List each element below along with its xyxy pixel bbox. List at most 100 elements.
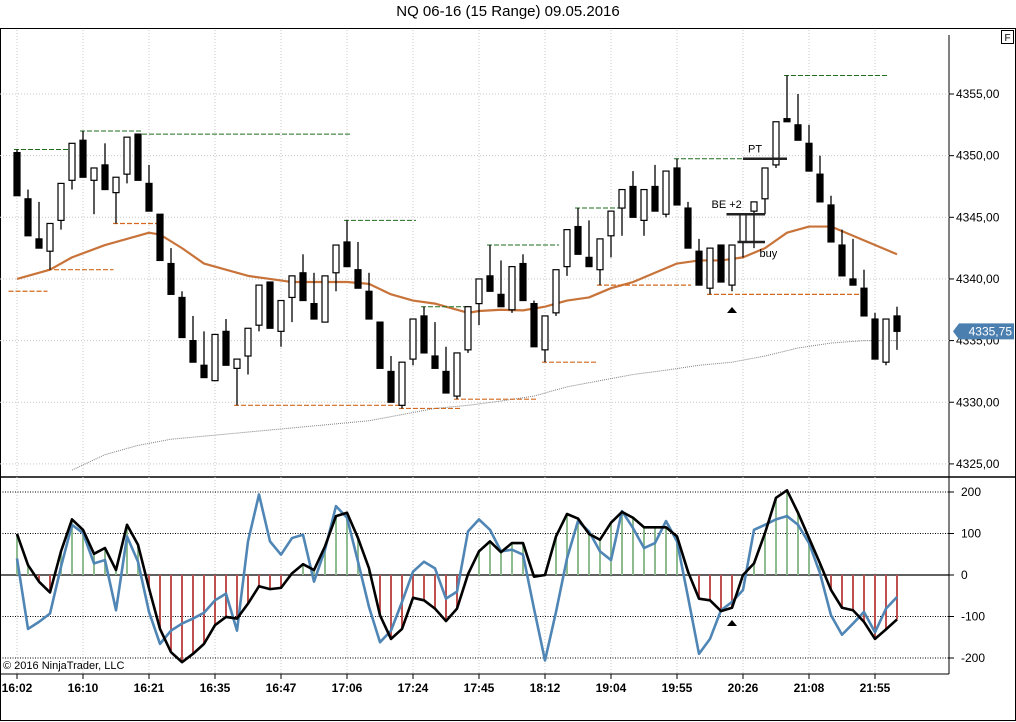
bearish-candle-body xyxy=(101,164,109,191)
bearish-candle-body xyxy=(222,330,230,366)
time-tick-label: 16:35 xyxy=(200,681,231,695)
candle xyxy=(508,266,516,313)
bullish-candle-body xyxy=(68,142,76,181)
candle xyxy=(365,272,373,320)
entry-triangle-icon xyxy=(727,620,737,626)
bearish-candle-body xyxy=(794,124,802,141)
bearish-candle-body xyxy=(783,118,791,123)
time-tick-label: 20:26 xyxy=(728,681,759,695)
bullish-candle-body xyxy=(233,358,241,369)
time-tick-label: 17:06 xyxy=(332,681,363,695)
entry-triangle-icon xyxy=(727,307,737,313)
bullish-candle-body xyxy=(57,182,65,221)
candle xyxy=(871,312,879,360)
bullish-candle-body xyxy=(662,170,670,215)
candle xyxy=(794,94,802,141)
bearish-candle-body xyxy=(387,370,395,403)
candle xyxy=(156,213,164,262)
oscillator-tick-label: 0 xyxy=(961,568,968,582)
candle xyxy=(475,278,483,326)
bearish-candle-body xyxy=(629,185,637,218)
candle xyxy=(739,213,747,258)
trade-line-label: BE +2 xyxy=(712,199,742,211)
bullish-candle-body xyxy=(398,361,406,406)
bearish-candle-body xyxy=(893,315,901,332)
time-tick-label: 17:24 xyxy=(398,681,429,695)
candle xyxy=(332,244,340,292)
candle xyxy=(585,220,593,268)
bullish-candle-body xyxy=(464,306,472,351)
bearish-candle-body xyxy=(574,225,582,255)
candle xyxy=(13,149,21,197)
trade-line-label: PT xyxy=(748,144,762,156)
time-tick-label: 21:08 xyxy=(794,681,825,695)
bearish-candle-body xyxy=(167,262,175,295)
candle xyxy=(783,75,791,123)
candle xyxy=(761,167,769,215)
bearish-candle-body xyxy=(200,364,208,379)
bearish-candle-body xyxy=(860,287,868,317)
bullish-candle-body xyxy=(607,210,615,237)
bullish-candle-body xyxy=(761,167,769,200)
candle xyxy=(486,245,494,292)
bearish-candle-body xyxy=(530,303,538,348)
candle xyxy=(376,321,384,369)
candle xyxy=(431,322,439,369)
bearish-candle-body xyxy=(354,269,362,289)
candle xyxy=(255,284,263,332)
bearish-candle-body xyxy=(651,185,659,212)
oscillator-tick-label: 100 xyxy=(961,527,981,541)
bearish-candle-body xyxy=(695,250,703,286)
candle xyxy=(497,260,505,308)
candle xyxy=(211,333,219,382)
f-button[interactable]: F xyxy=(1001,30,1014,45)
bullish-candle-body xyxy=(211,333,219,382)
bearish-candle-body xyxy=(805,142,813,172)
bearish-candle-body xyxy=(827,204,835,243)
last-price-label: 4335,75 xyxy=(969,324,1013,338)
time-tick-label: 16:21 xyxy=(134,681,165,695)
bullish-candle-body xyxy=(475,278,483,305)
bearish-candle-body xyxy=(310,303,318,320)
candle xyxy=(343,220,351,268)
bullish-candle-body xyxy=(563,229,571,268)
candle xyxy=(387,356,395,403)
bearish-candle-body xyxy=(365,290,373,320)
candle xyxy=(695,238,703,286)
candle xyxy=(46,222,54,270)
candle xyxy=(90,167,98,215)
candle xyxy=(728,244,736,292)
candle xyxy=(629,171,637,218)
candle xyxy=(541,315,549,363)
time-tick-label: 16:47 xyxy=(266,681,297,695)
candle xyxy=(189,315,197,363)
time-tick-label: 21:55 xyxy=(860,681,891,695)
bullish-candle-body xyxy=(541,315,549,351)
bullish-candle-body xyxy=(728,244,736,286)
price-tick-label: 4355,00 xyxy=(956,87,1000,101)
candle xyxy=(860,269,868,317)
price-tick-label: 4345,00 xyxy=(956,210,1000,224)
price-and-oscillator-chart[interactable]: 16:02 16:10 16:21 16:35 16:47 17:06 17:24 17:45… xyxy=(0,0,1016,722)
candle xyxy=(717,244,725,283)
candle xyxy=(662,170,670,218)
bullish-candle-body xyxy=(739,213,747,243)
candle xyxy=(563,229,571,276)
candle xyxy=(24,189,32,237)
bullish-candle-body xyxy=(596,238,604,271)
candle xyxy=(134,133,142,181)
bearish-candle-body xyxy=(684,207,692,249)
bearish-candle-body xyxy=(376,321,384,369)
bullish-candle-body xyxy=(750,201,758,212)
bearish-candle-body xyxy=(442,370,450,394)
trade-line-label: buy xyxy=(760,248,778,260)
candle xyxy=(244,327,252,375)
copyright-notice: © 2016 NinjaTrader, LLC xyxy=(3,660,124,672)
candle xyxy=(640,188,648,236)
candle xyxy=(805,124,813,172)
candle xyxy=(57,182,65,230)
candle xyxy=(827,195,835,243)
candle xyxy=(706,247,714,295)
candle xyxy=(772,121,780,168)
oscillator-tick-label: 200 xyxy=(961,485,981,499)
